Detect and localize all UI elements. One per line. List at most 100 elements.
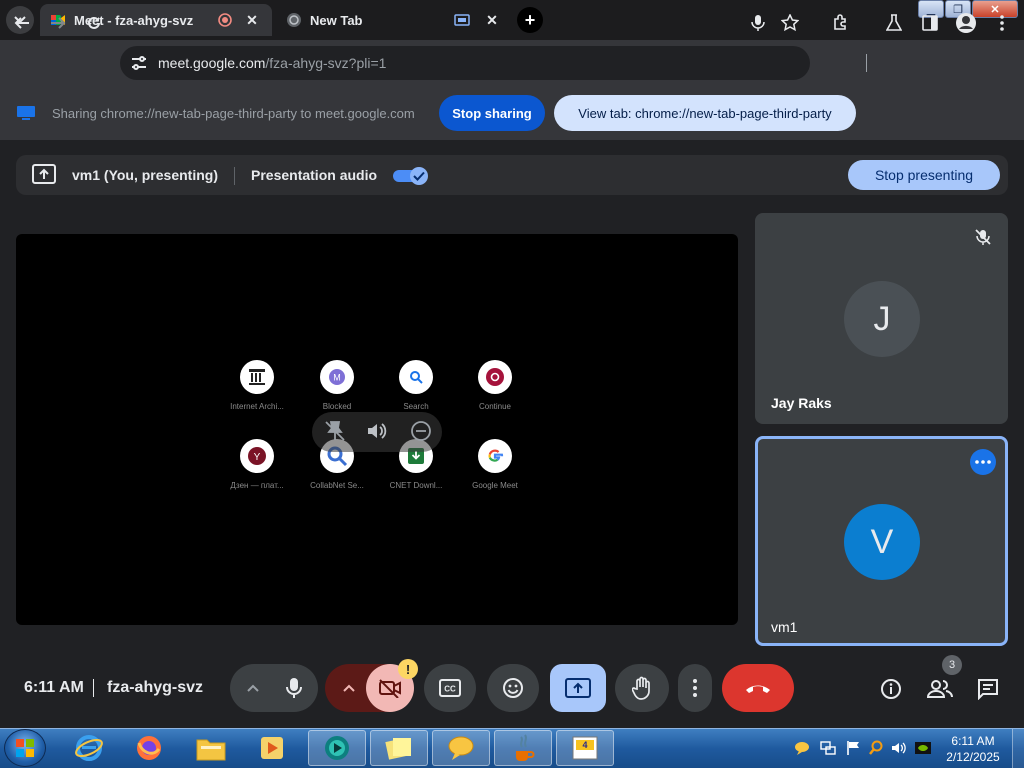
start-button[interactable] <box>4 729 46 767</box>
profile-avatar-icon <box>956 13 976 33</box>
svg-text:M: M <box>333 373 341 383</box>
taskbar-media-player[interactable] <box>243 730 301 766</box>
more-horiz-icon <box>975 460 991 464</box>
people-button[interactable] <box>926 676 954 702</box>
shortcut-label: Google Meet <box>472 481 518 490</box>
extensions-button[interactable] <box>826 8 856 38</box>
side-panel-icon <box>922 15 938 31</box>
reload-icon <box>88 16 100 29</box>
tray-network-icon[interactable] <box>820 740 836 756</box>
present-screen-icon <box>32 164 56 184</box>
media-player-icon <box>261 737 283 759</box>
closed-captions-icon: CC <box>439 679 461 697</box>
new-tab-button[interactable]: + <box>517 7 543 33</box>
meeting-clock: 6:11 AM <box>24 679 84 696</box>
sharing-tab-icon <box>454 14 470 26</box>
taskbar-java[interactable] <box>494 730 552 766</box>
taskbar-chrome-window[interactable] <box>308 730 366 766</box>
shortcut-label: CNET Downl... <box>389 481 443 490</box>
emoji-icon <box>503 678 523 698</box>
taskbar-firefox[interactable] <box>120 730 178 766</box>
more-vert-icon <box>693 679 697 697</box>
chat-button[interactable] <box>975 676 1001 702</box>
show-desktop-button[interactable] <box>1012 729 1024 768</box>
participant-avatar: V <box>844 504 920 580</box>
tray-nvidia-icon[interactable] <box>914 740 932 756</box>
flask-icon <box>886 14 902 31</box>
taskbar-date: 2/12/2025 <box>946 750 1000 764</box>
o-icon <box>478 360 512 394</box>
shortcut-tile: Search <box>371 360 461 411</box>
profile-button[interactable] <box>951 8 981 38</box>
presentation-audio-toggle[interactable] <box>393 167 429 185</box>
taskbar-chat-app[interactable] <box>432 730 490 766</box>
reload-button[interactable] <box>79 8 109 38</box>
back-button[interactable] <box>7 8 37 38</box>
meeting-code: fza-ahyg-svz <box>107 679 204 696</box>
more-options-button[interactable] <box>678 664 712 712</box>
tab-close-button[interactable]: ✕ <box>482 12 502 29</box>
app-window-icon <box>325 736 349 760</box>
internet-explorer-icon <box>75 735 103 761</box>
stop-presenting-button[interactable]: Stop presenting <box>848 160 1000 190</box>
audio-options-button[interactable] <box>242 680 264 696</box>
tray-action-center-icon[interactable] <box>845 740 861 756</box>
windows-logo-icon <box>16 739 34 757</box>
meeting-details-button[interactable] <box>878 676 904 702</box>
tab-new-tab[interactable]: New Tab ✕ <box>276 4 512 36</box>
side-panel-button[interactable] <box>915 8 945 38</box>
shortcut-tile: M Blocked <box>292 360 382 411</box>
camera-off-icon <box>379 679 401 698</box>
bookmark-star-button[interactable] <box>775 8 805 38</box>
present-button[interactable] <box>550 664 606 712</box>
archive-icon <box>240 360 274 394</box>
shortcut-tile: Y Дзен — плат... <box>212 439 302 490</box>
participant-options-button[interactable] <box>970 449 996 475</box>
video-options-button[interactable] <box>338 680 360 696</box>
emoji-reactions-button[interactable] <box>487 664 539 712</box>
tray-notification-icon[interactable] <box>794 740 810 756</box>
camera-warning-badge: ! <box>398 659 418 679</box>
shortcut-tile: Continue <box>450 360 540 411</box>
unpin-icon[interactable] <box>324 420 346 442</box>
svg-text:Y: Y <box>254 452 261 463</box>
participant-name: Jay Raks <box>771 395 832 411</box>
shortcut-label: Blocked <box>322 402 352 411</box>
captions-button[interactable]: CC <box>424 664 476 712</box>
volume-icon[interactable] <box>366 420 388 442</box>
taskbar-file-explorer[interactable] <box>182 730 240 766</box>
mic-in-use-button[interactable] <box>743 8 773 38</box>
microphone-button[interactable] <box>270 664 318 712</box>
bottom-separator <box>93 679 94 697</box>
svg-text:4: 4 <box>582 740 587 750</box>
chat-icon <box>978 679 998 700</box>
tray-search-icon[interactable] <box>868 740 884 756</box>
participant-name: vm1 <box>771 619 798 635</box>
arrow-left-icon <box>14 17 29 29</box>
address-bar[interactable]: meet.google.com/fza-ahyg-svz?pli=1 <box>120 46 810 80</box>
view-tab-button[interactable]: View tab: chrome://new-tab-page-third-pa… <box>554 95 856 131</box>
hand-icon <box>632 676 650 700</box>
more-vert-icon <box>1000 15 1004 31</box>
taskbar-active-app[interactable]: 4 <box>556 730 614 766</box>
taskbar-clock[interactable]: 6:11 AM 2/12/2025 <box>938 733 1008 765</box>
taskbar-internet-explorer[interactable] <box>60 730 118 766</box>
presentation-audio-label: Presentation audio <box>251 167 378 183</box>
sticky-notes-icon <box>385 738 411 760</box>
remove-icon[interactable] <box>410 420 432 442</box>
tab-meet[interactable]: Meet - fza-ahyg-svz ✕ <box>40 4 272 36</box>
taskbar-sticky-notes[interactable] <box>370 730 428 766</box>
labs-button[interactable] <box>879 8 909 38</box>
tray-volume-icon[interactable] <box>891 740 907 756</box>
stop-sharing-button[interactable]: Stop sharing <box>439 95 545 131</box>
puzzle-icon <box>834 14 846 30</box>
browser-menu-button[interactable] <box>987 8 1017 38</box>
shortcut-tile: Google Meet <box>450 439 540 490</box>
forward-button[interactable] <box>43 8 73 38</box>
info-icon <box>881 679 901 699</box>
participant-avatar: J <box>844 281 920 357</box>
leave-call-button[interactable] <box>722 664 794 712</box>
tab-close-button[interactable]: ✕ <box>242 12 262 29</box>
star-icon <box>781 14 799 32</box>
raise-hand-button[interactable] <box>615 664 669 712</box>
